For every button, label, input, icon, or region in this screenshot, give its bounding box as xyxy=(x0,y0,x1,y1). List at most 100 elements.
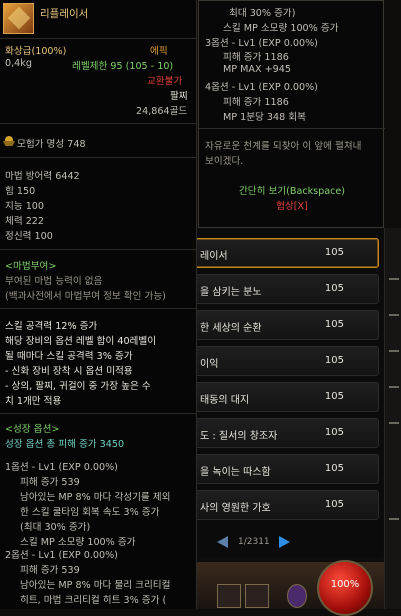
option-line: 피해 증가 539 xyxy=(20,565,80,576)
hp-percent: 100% xyxy=(330,579,360,590)
list-item-level: 105 xyxy=(324,499,344,510)
growth-total: 성장 옵션 총 피해 증가 3450 xyxy=(5,439,125,450)
flavor-text: 보이겠다. xyxy=(205,156,244,167)
list-item-level: 105 xyxy=(324,283,344,294)
divider xyxy=(0,123,196,124)
synergy-label: 협상[X] xyxy=(276,201,308,212)
quickslot[interactable] xyxy=(217,584,241,608)
stat-line: 체력 222 xyxy=(5,216,45,227)
option-line: 남아있는 MP 8% 마다 각성기를 제외 xyxy=(20,492,171,503)
list-item[interactable]: 한 세상의 순환 105 xyxy=(193,310,379,340)
tooltip-line: 스킬 MP 소모량 100% 증가 xyxy=(223,23,339,34)
fame-value: 모험가 명성 748 xyxy=(17,139,86,150)
list-item-name: 을 녹이는 따스함 xyxy=(200,467,271,478)
level-requirement: 레벨제한 95 (105 - 10) xyxy=(72,61,174,72)
list-item[interactable]: 이익 105 xyxy=(193,346,379,376)
list-item[interactable]: 도 : 질서의 창조자 105 xyxy=(193,418,379,448)
list-item-name: 한 세상의 순환 xyxy=(200,323,262,334)
pagination: 1/2311 xyxy=(210,534,320,556)
quickslot[interactable] xyxy=(245,584,269,608)
side-panel-mark xyxy=(389,386,399,388)
side-panel xyxy=(384,228,401,609)
list-item-level: 105 xyxy=(324,463,344,474)
tooltip-continuation: 최대 30% 증가) 스킬 MP 소모량 100% 증가 3옵션 - Lv1 (… xyxy=(198,0,385,228)
list-item-level: 105 xyxy=(324,247,344,258)
item-category: 에픽 xyxy=(150,46,168,57)
list-item-name: 도 : 질서의 창조자 xyxy=(200,431,278,442)
desc-line: 치 1개만 적용 xyxy=(5,396,62,407)
side-panel-mark xyxy=(389,314,399,316)
list-item-level: 105 xyxy=(324,319,344,330)
item-weight: 0,4kg xyxy=(5,58,32,69)
item-name: 리플레이서 xyxy=(40,8,89,20)
divider xyxy=(0,38,196,39)
option-line: 한 스킬 쿨타임 회복 속도 3% 증가 xyxy=(20,507,160,518)
list-item-level: 105 xyxy=(324,391,344,402)
brief-view-button[interactable]: 간단히 보기(Backspace) xyxy=(199,183,385,197)
option2-title: 2옵션 - Lv1 (EXP 0.00%) xyxy=(5,550,118,561)
item-price: 24,864골드 xyxy=(136,106,188,117)
side-panel-mark xyxy=(389,518,399,520)
list-item-name: 이익 xyxy=(200,359,219,370)
option3-title: 3옵션 - Lv1 (EXP 0.00%) xyxy=(205,38,318,49)
trade-status: 교환불가 xyxy=(147,76,183,87)
hud-bar: 100% xyxy=(197,560,384,616)
list-item-name: 을 삼키는 분노 xyxy=(200,287,262,298)
list-item[interactable]: 을 녹이는 따스함 105 xyxy=(193,454,379,484)
option-line: 남아있는 MP 8% 마다 물리 크리티컬 xyxy=(20,580,171,591)
tooltip-line: MP MAX +945 xyxy=(223,64,291,75)
stat-line: 지능 100 xyxy=(5,201,45,212)
option-line: (최대 30% 증가) xyxy=(20,522,91,533)
item-tooltip: 리플레이서 화상급(100%) 에픽 0,4kg 레벨제한 95 (105 - … xyxy=(0,0,197,609)
next-page-icon[interactable] xyxy=(279,536,290,548)
list-item-name: 태동의 대지 xyxy=(200,395,250,406)
hp-orb: 100% xyxy=(317,560,373,616)
prev-page-icon[interactable] xyxy=(217,536,228,548)
list-item[interactable]: 을 삼키는 분노 105 xyxy=(193,274,379,304)
list-item[interactable]: 태동의 대지 105 xyxy=(193,382,379,412)
tooltip-line: 피해 증가 1186 xyxy=(223,97,289,108)
list-item-name: 사의 영원한 가호 xyxy=(200,503,271,514)
stat-line: 마법 방어력 6442 xyxy=(5,171,80,182)
item-slot: 팔찌 xyxy=(170,91,188,102)
divider xyxy=(0,413,196,414)
list-item-level: 105 xyxy=(324,427,344,438)
side-panel-mark xyxy=(389,278,399,280)
divider xyxy=(0,157,196,158)
desc-line: - 상의, 팔찌, 귀걸이 중 가장 높은 수 xyxy=(5,381,151,392)
stat-line: 정신력 100 xyxy=(5,231,53,242)
stat-line: 힘 150 xyxy=(5,186,36,197)
list-item-name: 레이서 xyxy=(200,251,228,262)
list-item[interactable]: 사의 영원한 가호 105 xyxy=(193,490,379,520)
desc-line: 해당 장비의 옵션 레벨 합이 40레벨이 xyxy=(5,336,157,347)
divider xyxy=(199,128,385,129)
item-list: 레이서 105 을 삼키는 분노 105 한 세상의 순환 105 이익 105… xyxy=(193,228,383,558)
side-panel-mark xyxy=(389,422,399,424)
desc-line: 될 때마다 스킬 공격력 3% 증가 xyxy=(5,351,133,362)
divider xyxy=(0,249,196,250)
tooltip-line: MP 1분당 348 회복 xyxy=(223,112,306,123)
magic-seal-header: <마법부여> xyxy=(5,261,57,272)
list-item-level: 105 xyxy=(324,355,344,366)
option-line: 피해 증가 539 xyxy=(20,477,80,488)
growth-header: <성장 옵션> xyxy=(5,424,60,435)
page-indicator: 1/2311 xyxy=(238,537,270,547)
item-rarity: 화상급(100%) xyxy=(5,46,67,57)
desc-line: 스킬 공격력 12% 증가 xyxy=(5,321,98,332)
medal-icon xyxy=(3,135,15,147)
option4-title: 4옵션 - Lv1 (EXP 0.00%) xyxy=(205,82,318,93)
side-panel-mark xyxy=(389,350,399,352)
option1-title: 1옵션 - Lv1 (EXP 0.00%) xyxy=(5,462,118,473)
magic-seal-line: (백과사전에서 마법부여 정보 확인 가능) xyxy=(5,291,166,302)
buff-icon xyxy=(287,584,307,608)
tooltip-line: 피해 증가 1186 xyxy=(223,52,289,63)
tooltip-line: 최대 30% 증가) xyxy=(229,8,296,19)
magic-seal-line: 부여된 마법 능력이 없음 xyxy=(5,276,103,287)
option-line: 스킬 MP 소모량 100% 증가 xyxy=(20,537,136,548)
item-icon xyxy=(3,3,34,34)
desc-line: - 신화 장비 장착 시 옵션 미적용 xyxy=(5,366,133,377)
option-line: 히트, 마법 크리티컬 히트 3% 증가 ( xyxy=(20,595,167,606)
flavor-text: 자유로운 천계를 되찾아 이 앞에 펼쳐내 xyxy=(205,141,362,152)
list-item[interactable]: 레이서 105 xyxy=(193,238,379,268)
divider xyxy=(0,308,196,309)
